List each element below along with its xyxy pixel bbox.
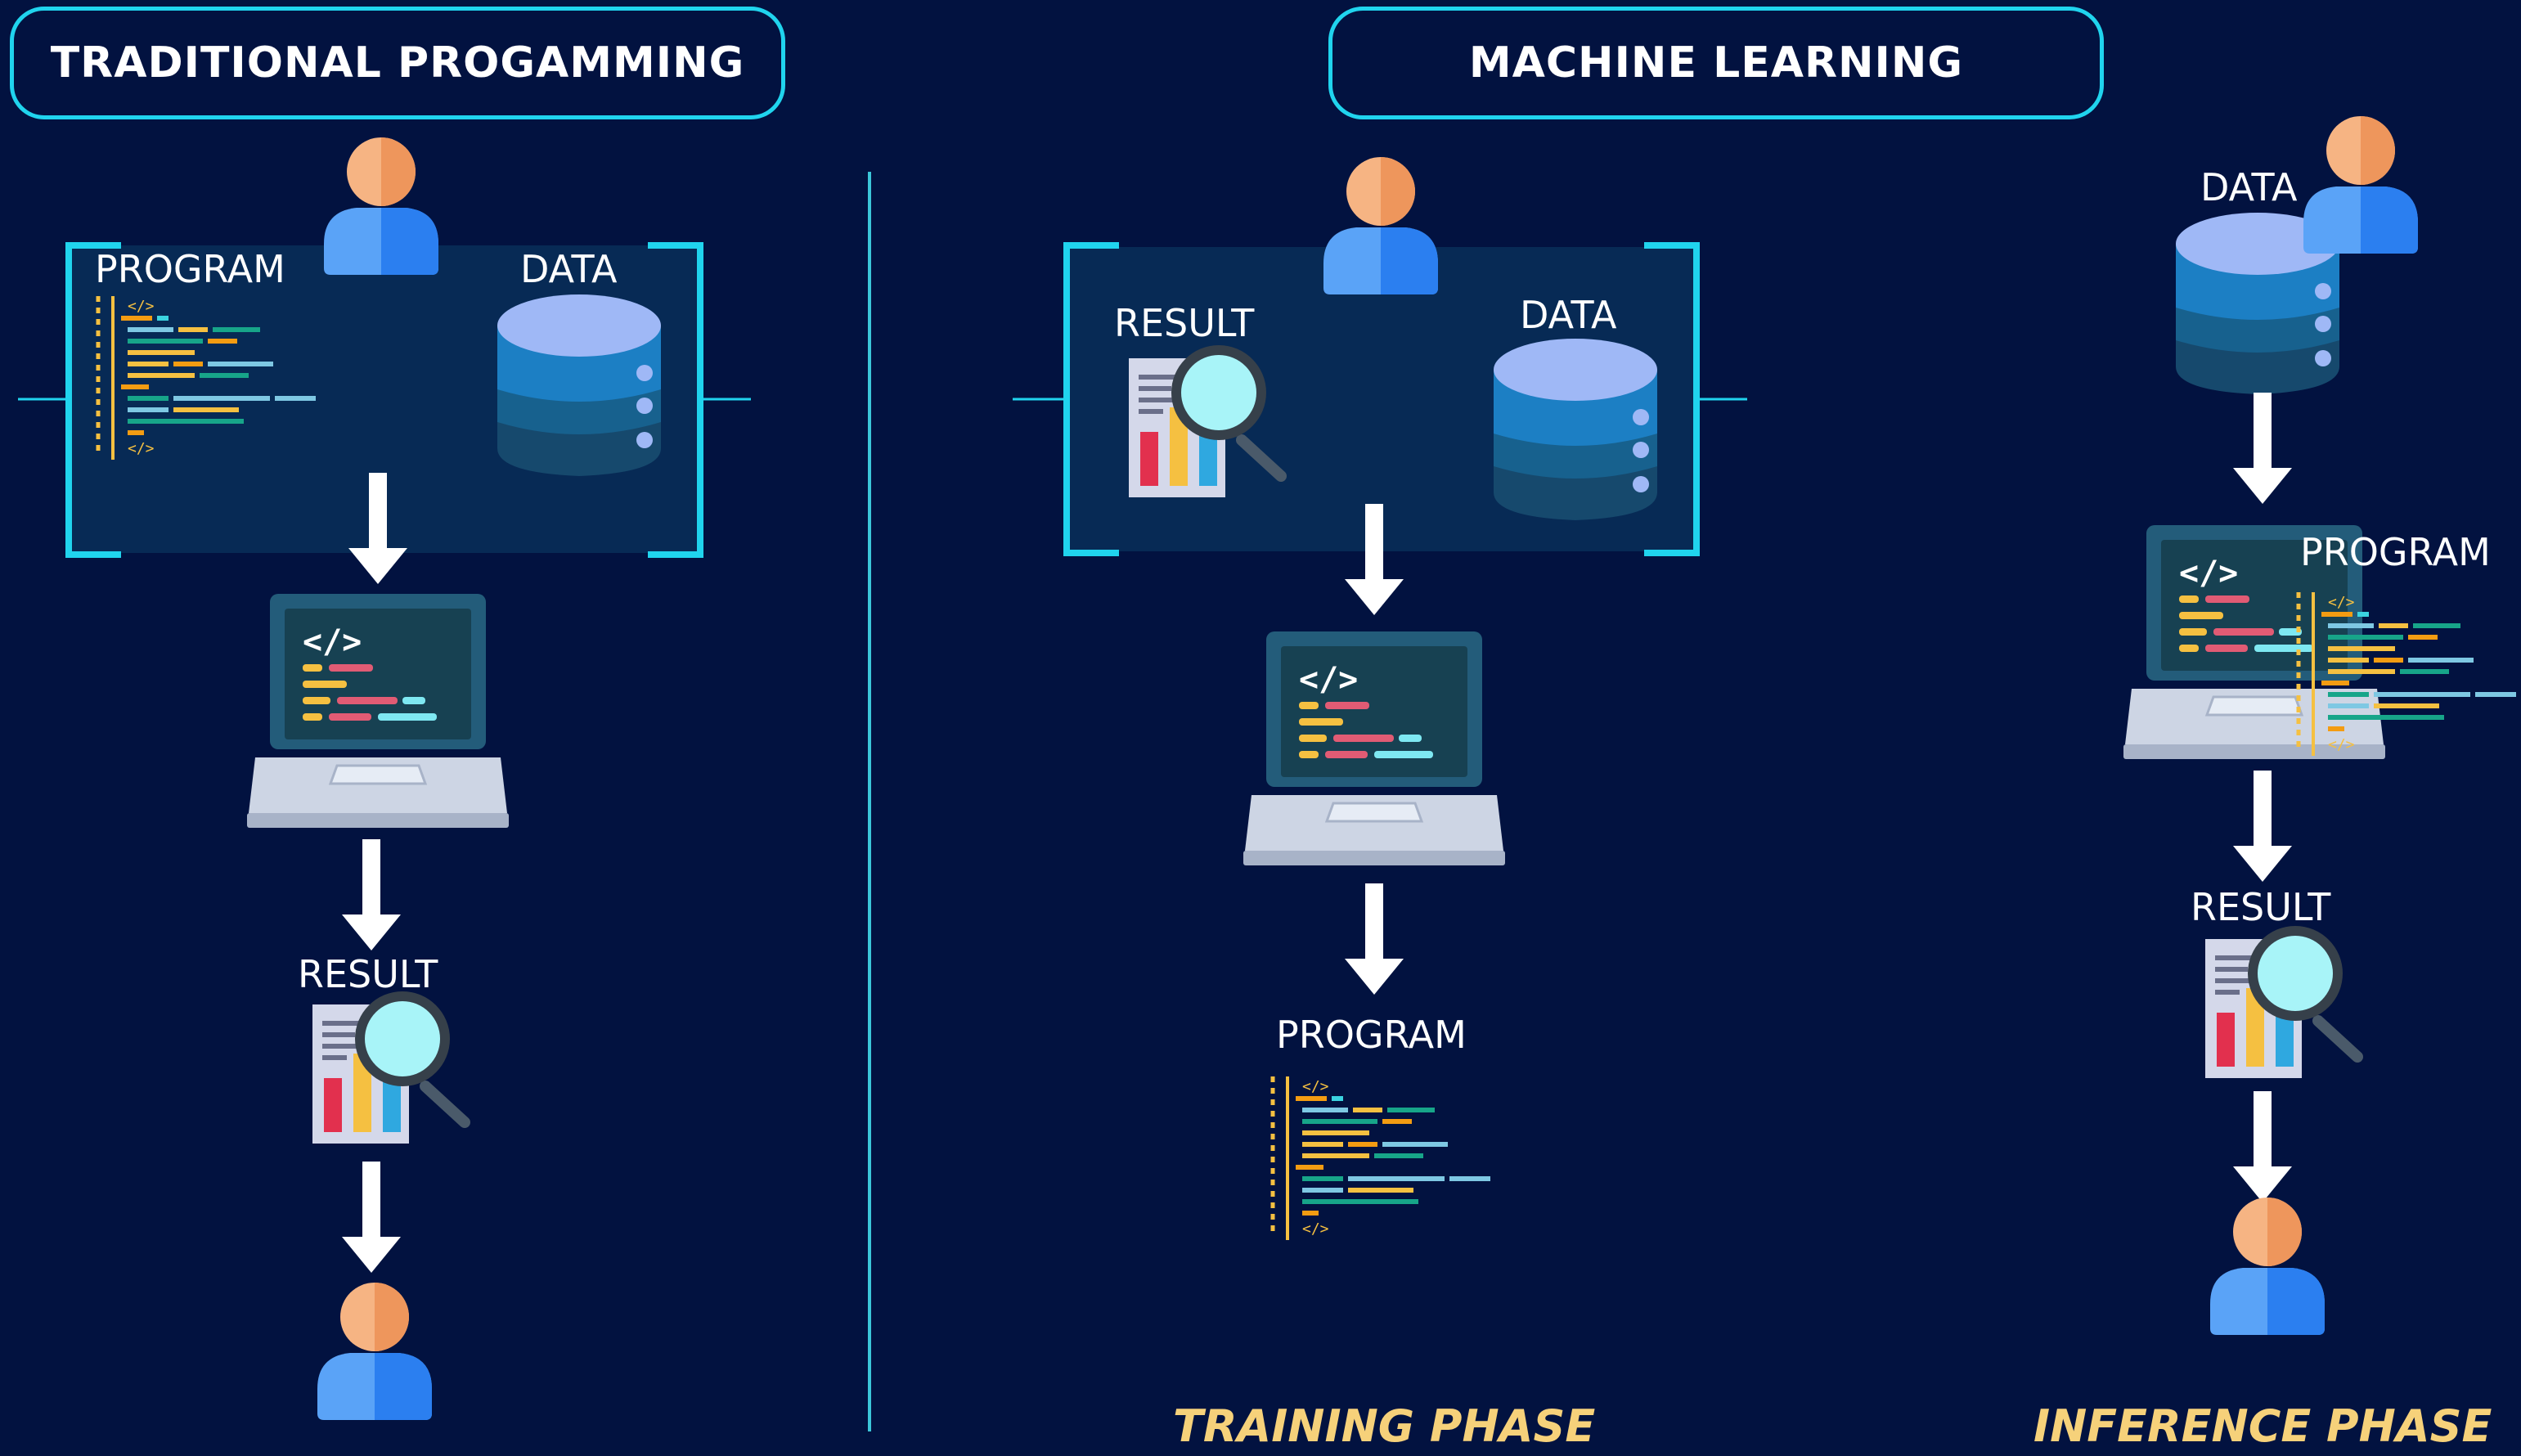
training-data-label: DATA (1520, 293, 1617, 337)
user-person-icon (2303, 116, 2418, 254)
training-phase-label: TRAINING PHASE (1173, 1400, 1596, 1452)
arrow-down-icon (2233, 393, 2292, 504)
program-code-icon (1273, 1076, 1490, 1240)
inference-result-label: RESULT (2191, 885, 2331, 929)
inference-data-label: DATA (2200, 165, 2298, 209)
arrow-down-icon (342, 1162, 401, 1273)
inference-program-label: PROGRAM (2300, 530, 2491, 574)
user-person-icon (317, 1283, 432, 1420)
computer-laptop-icon (1242, 630, 1507, 867)
arrow-down-icon (1345, 883, 1404, 995)
diagram-canvas: </> </> (18, 116, 2521, 1431)
result-report-icon (312, 991, 465, 1144)
training-program-label: PROGRAM (1276, 1013, 1467, 1057)
result-report-icon (2205, 926, 2357, 1078)
traditional-result-label: RESULT (298, 952, 438, 996)
traditional-program-label: PROGRAM (95, 247, 285, 291)
developer-person-icon (324, 137, 438, 275)
user-person-icon (2210, 1198, 2325, 1335)
arrow-down-icon (2233, 1091, 2292, 1202)
training-result-label: RESULT (1114, 301, 1255, 345)
program-code-icon (2299, 592, 2516, 756)
computer-laptop-icon (245, 592, 510, 829)
arrow-down-icon (2233, 771, 2292, 882)
developer-person-icon (1323, 157, 1438, 294)
data-database-icon (497, 294, 661, 476)
arrow-down-icon (342, 839, 401, 950)
inference-phase-label: INFERENCE PHASE (2033, 1400, 2492, 1452)
traditional-data-label: DATA (520, 247, 618, 291)
data-database-icon (1494, 339, 1657, 520)
